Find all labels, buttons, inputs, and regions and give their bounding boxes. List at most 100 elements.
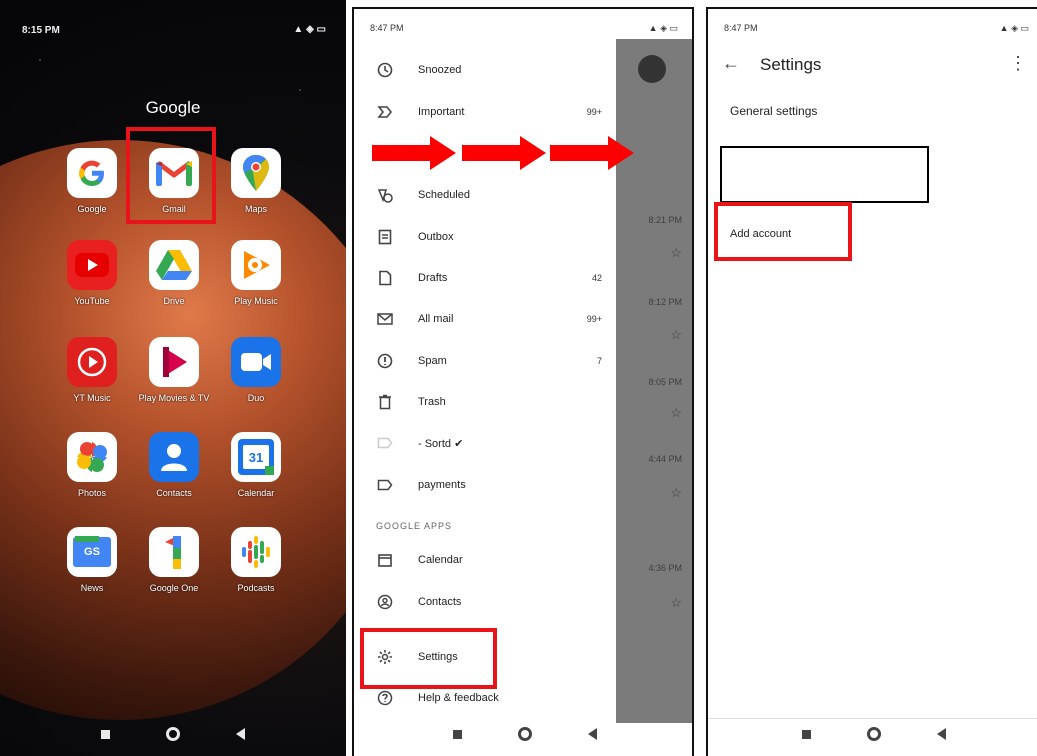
app-contacts[interactable]: Contacts [134,432,214,498]
yt-music-icon [67,337,117,387]
settings-highlight-box [360,628,497,689]
status-icons: ▲ ◈ ▭ [648,23,678,33]
back-button[interactable] [588,728,597,740]
drawer-item-label: - Sortd ✔ [418,437,464,450]
duo-camera-icon [231,337,281,387]
star-icon: ☆ [670,245,682,260]
app-label: Podcasts [237,583,275,593]
nav-bar [708,720,1037,748]
drawer-item-label: Outbox [418,231,454,243]
app-label: News [80,583,104,593]
drawer-item-scheduled[interactable]: Scheduled [354,177,616,213]
recents-button[interactable] [801,729,811,739]
outbox-icon [376,228,394,246]
podcasts-icon [231,527,281,577]
status-time: 8:47 PM [370,23,404,33]
step-arrow-3 [550,136,634,170]
app-news[interactable]: GS News [52,527,132,593]
back-button[interactable] [936,728,946,740]
back-button[interactable] [236,728,245,740]
drive-icon [149,240,199,290]
star-icon: ☆ [670,485,682,500]
drawer-item-label: Scheduled [418,189,470,201]
calendar-frame: 31 [238,439,274,475]
drawer-item-outbox[interactable]: Outbox [354,219,616,255]
app-podcasts[interactable]: Podcasts [216,527,296,593]
help-icon [376,689,394,707]
step-arrow-1 [372,136,456,170]
back-arrow-icon[interactable]: ← [722,53,740,74]
add-account-highlight-box [714,202,852,261]
star-icon: ☆ [670,405,682,420]
app-label: Calendar [237,488,275,498]
drawer-item-count: 7 [596,356,602,366]
google-g-icon [67,148,117,198]
account-avatar[interactable] [638,55,666,83]
app-label: Contacts [156,488,192,498]
maps-pin-icon [231,148,281,198]
home-button[interactable] [166,727,180,741]
contacts-icon [376,593,394,611]
recents-button[interactable] [453,729,462,739]
section-google-apps: GOOGLE APPS [376,521,453,531]
recents-button[interactable] [101,729,110,739]
drawer-item-drafts[interactable]: Drafts 42 [354,260,616,296]
play-movies-icon [149,337,199,387]
app-label: Google [77,204,107,214]
calendar-icon [376,551,394,569]
calendar-corner [265,466,274,475]
drawer-item-snoozed[interactable]: Snoozed [354,52,616,88]
app-duo[interactable]: Duo [216,337,296,403]
app-play-movies[interactable]: Play Movies & TV [134,337,214,403]
status-icons: ▲ ◈ ▭ [293,24,326,35]
drawer-item-all-mail[interactable]: All mail 99+ [354,301,616,337]
spam-icon [376,352,394,370]
redacted-account-box [720,146,929,203]
app-calendar[interactable]: 31 Calendar [216,432,296,498]
scheduled-icon [376,186,394,204]
status-time: 8:47 PM [724,23,758,33]
star-icon: ☆ [670,595,682,610]
app-label: Photos [77,488,107,498]
app-label: Google One [149,583,199,593]
email-time: 4:44 PM [648,454,682,464]
drawer-item-spam[interactable]: Spam 7 [354,343,616,379]
home-button[interactable] [866,727,881,741]
app-yt-music[interactable]: YT Music [52,337,132,403]
app-drive[interactable]: Drive [134,240,214,306]
app-youtube[interactable]: YouTube [52,240,132,306]
drawer-item-count: 99+ [586,107,602,117]
app-label: YT Music [73,393,111,403]
drawer-item-important[interactable]: Important 99+ [354,94,616,130]
divider [708,718,1037,719]
home-button[interactable] [518,727,532,741]
status-time: 8:15 PM [22,25,60,36]
drawer-item-contacts[interactable]: Contacts [354,584,616,620]
label-icon [376,476,394,494]
draft-icon [376,269,394,287]
youtube-icon [67,240,117,290]
contacts-person-icon [149,432,199,482]
app-maps[interactable]: Maps [216,148,296,214]
drawer-item-sortd[interactable]: - Sortd ✔ [354,425,616,461]
news-stripe [75,536,99,542]
page-title: Settings [760,55,822,74]
drawer-item-payments[interactable]: payments [354,467,616,503]
drawer-item-trash[interactable]: Trash [354,384,616,420]
important-label-icon [376,103,394,121]
drawer-item-label: Calendar [418,554,463,566]
news-icon: GS [67,527,117,577]
drawer-item-label: Drafts [418,272,448,284]
email-time: 8:12 PM [648,297,682,307]
more-vert-icon[interactable]: ⋮ [1009,53,1027,74]
play-music-icon [231,240,281,290]
app-play-music[interactable]: Play Music [216,240,296,306]
general-settings-item[interactable]: General settings [730,104,817,118]
nav-bar [0,720,346,748]
drawer-item-count: 99+ [586,314,602,324]
drawer-item-calendar[interactable]: Calendar [354,542,616,578]
drawer-item-label: Spam [418,355,447,367]
app-google-one[interactable]: Google One [134,527,214,593]
app-photos[interactable]: Photos [52,432,132,498]
app-google[interactable]: Google [52,148,132,214]
